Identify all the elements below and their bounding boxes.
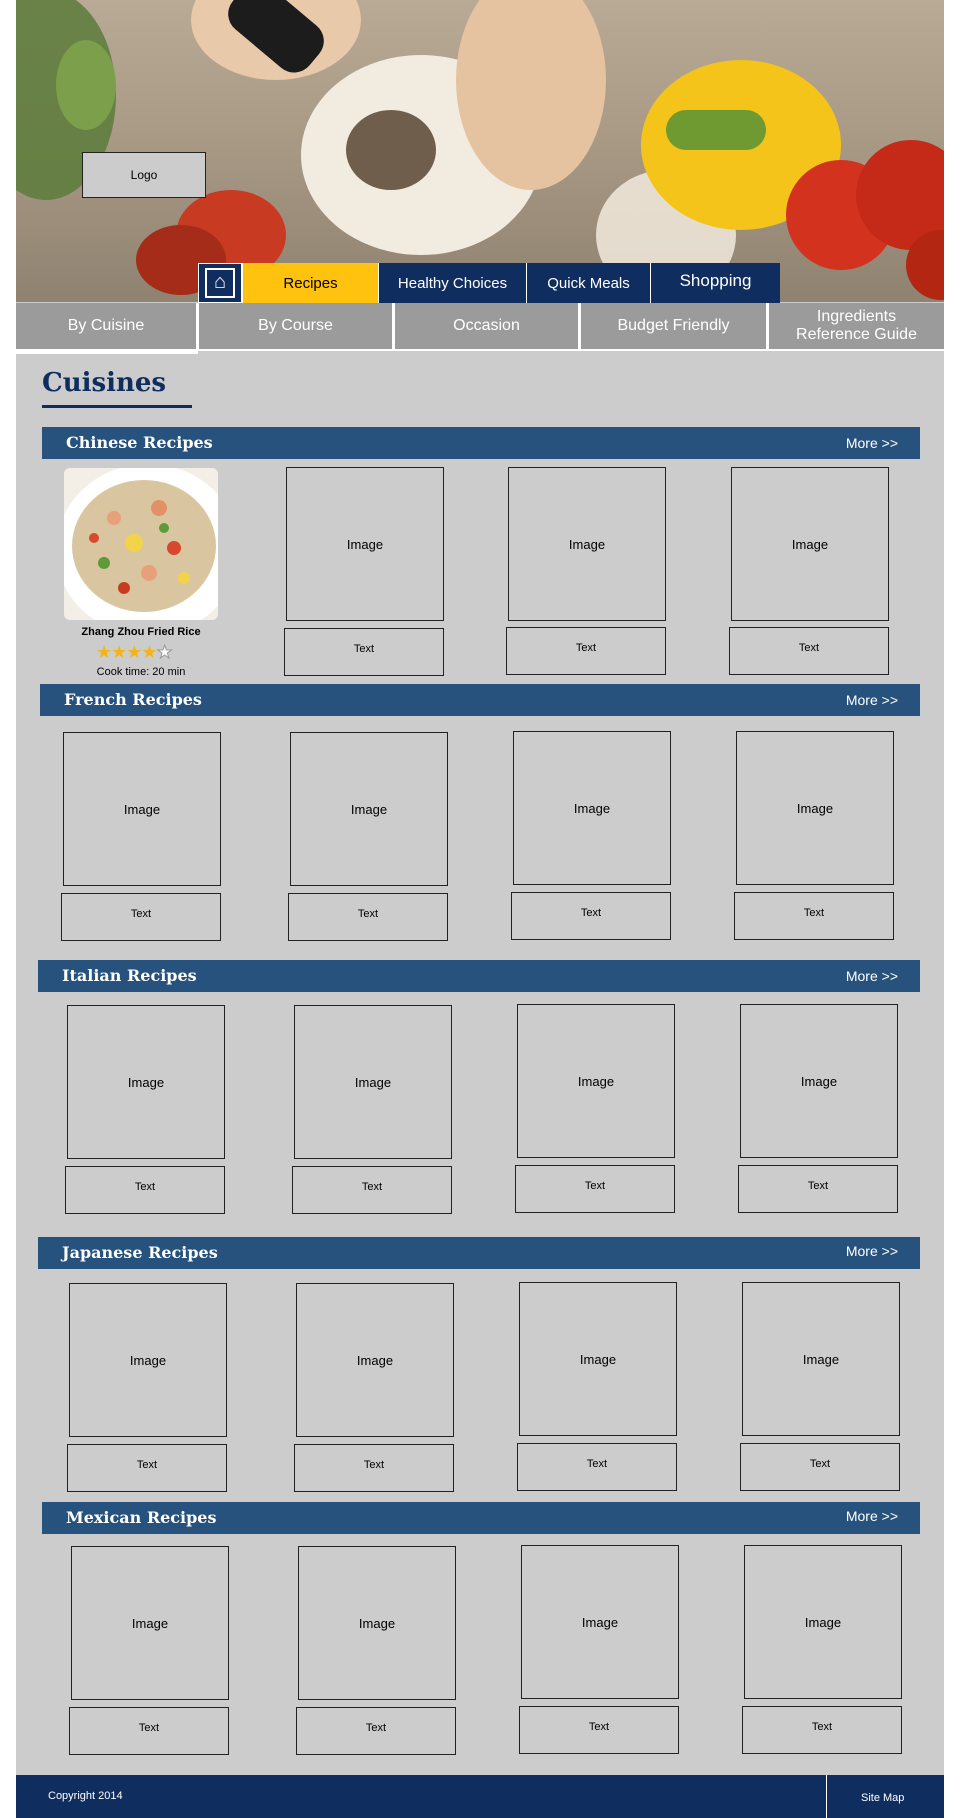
star-icon: ★ bbox=[141, 642, 157, 662]
recipe-text[interactable]: Text bbox=[740, 1443, 900, 1491]
sub-nav: By Cuisine By Course Occasion Budget Fri… bbox=[16, 303, 944, 351]
recipe-text[interactable]: Text bbox=[734, 892, 894, 940]
cook-time: Cook time: 20 min bbox=[96, 666, 186, 678]
rating-stars: ★★★★★ bbox=[96, 642, 173, 663]
recipe-image[interactable]: Image bbox=[298, 1546, 456, 1700]
more-link[interactable]: More >> bbox=[846, 1508, 898, 1524]
section-title: Japanese Recipes bbox=[62, 1243, 218, 1262]
more-link[interactable]: More >> bbox=[846, 692, 898, 708]
recipe-text[interactable]: Text bbox=[515, 1165, 675, 1213]
section-title: Mexican Recipes bbox=[66, 1508, 217, 1527]
recipe-text[interactable]: Text bbox=[288, 893, 448, 941]
recipe-text[interactable]: Text bbox=[729, 627, 889, 675]
recipe-text[interactable]: Text bbox=[506, 627, 666, 675]
copyright-text: Copyright 2014 bbox=[48, 1790, 123, 1802]
page-container: Logo ⌂ Recipes Healthy Choices Quick Mea… bbox=[16, 0, 944, 1818]
recipe-text[interactable]: Text bbox=[511, 892, 671, 940]
recipe-text[interactable]: Text bbox=[742, 1706, 902, 1754]
section-header-japanese: Japanese Recipes More >> bbox=[38, 1237, 920, 1269]
recipe-image[interactable]: Image bbox=[740, 1004, 898, 1158]
recipe-name[interactable]: Zhang Zhou Fried Rice bbox=[64, 626, 218, 638]
active-tab-indicator bbox=[16, 349, 198, 354]
section-title: Chinese Recipes bbox=[66, 433, 213, 452]
star-icon: ★ bbox=[111, 642, 127, 662]
recipe-image[interactable]: Image bbox=[513, 731, 671, 885]
tab-budget-friendly[interactable]: Budget Friendly bbox=[581, 303, 766, 349]
more-link[interactable]: More >> bbox=[846, 1243, 898, 1259]
tab-occasion[interactable]: Occasion bbox=[395, 303, 578, 349]
star-icon: ★ bbox=[96, 642, 112, 662]
tab-ingredients-reference-guide[interactable]: Ingredients Reference Guide bbox=[769, 303, 944, 349]
section-header-chinese: Chinese Recipes More >> bbox=[42, 427, 920, 459]
more-link[interactable]: More >> bbox=[846, 968, 898, 984]
recipe-image[interactable]: Image bbox=[736, 731, 894, 885]
recipe-text[interactable]: Text bbox=[61, 893, 221, 941]
recipe-image[interactable]: Image bbox=[517, 1004, 675, 1158]
recipe-image[interactable]: Image bbox=[508, 467, 666, 621]
footer: Copyright 2014 Site Map bbox=[16, 1775, 944, 1818]
recipe-text[interactable]: Text bbox=[69, 1707, 229, 1755]
recipe-image[interactable]: Image bbox=[71, 1546, 229, 1700]
recipe-text[interactable]: Text bbox=[517, 1443, 677, 1491]
fried-rice-photo[interactable] bbox=[64, 468, 218, 620]
section-header-french: French Recipes More >> bbox=[40, 684, 920, 716]
nav-shopping[interactable]: Shopping bbox=[650, 263, 780, 303]
page-title: Cuisines bbox=[42, 368, 167, 398]
recipe-image[interactable]: Image bbox=[519, 1282, 677, 1436]
recipe-image[interactable]: Image bbox=[290, 732, 448, 886]
main-nav: Recipes Healthy Choices Quick Meals Shop… bbox=[242, 263, 780, 303]
section-title: Italian Recipes bbox=[62, 966, 197, 985]
recipe-image[interactable]: Image bbox=[69, 1283, 227, 1437]
recipe-image[interactable]: Image bbox=[286, 467, 444, 621]
recipe-text[interactable]: Text bbox=[519, 1706, 679, 1754]
nav-quick-meals[interactable]: Quick Meals bbox=[526, 263, 650, 303]
recipe-text[interactable]: Text bbox=[292, 1166, 452, 1214]
title-underline bbox=[42, 405, 192, 408]
hero-banner: Logo bbox=[16, 0, 944, 302]
recipe-image[interactable]: Image bbox=[744, 1545, 902, 1699]
tab-by-cuisine[interactable]: By Cuisine bbox=[16, 303, 196, 349]
recipe-text[interactable]: Text bbox=[65, 1166, 225, 1214]
star-icon: ★ bbox=[126, 642, 142, 662]
recipe-image[interactable]: Image bbox=[742, 1282, 900, 1436]
logo-label: Logo bbox=[130, 168, 158, 182]
section-header-mexican: Mexican Recipes More >> bbox=[42, 1502, 920, 1534]
home-button[interactable]: ⌂ bbox=[198, 263, 242, 303]
recipe-image[interactable]: Image bbox=[296, 1283, 454, 1437]
recipe-image[interactable]: Image bbox=[63, 732, 221, 886]
recipe-image[interactable]: Image bbox=[521, 1545, 679, 1699]
logo[interactable]: Logo bbox=[82, 152, 206, 198]
recipe-text[interactable]: Text bbox=[296, 1707, 456, 1755]
recipe-text[interactable]: Text bbox=[67, 1444, 227, 1492]
star-empty-icon: ★ bbox=[156, 642, 173, 663]
recipe-image[interactable]: Image bbox=[731, 467, 889, 621]
recipe-text[interactable]: Text bbox=[294, 1444, 454, 1492]
home-icon: ⌂ bbox=[205, 268, 235, 298]
nav-recipes[interactable]: Recipes bbox=[242, 263, 378, 303]
section-header-italian: Italian Recipes More >> bbox=[38, 960, 920, 992]
recipe-image[interactable]: Image bbox=[294, 1005, 452, 1159]
nav-healthy-choices[interactable]: Healthy Choices bbox=[378, 263, 526, 303]
footer-divider bbox=[826, 1775, 827, 1818]
site-map-link[interactable]: Site Map bbox=[861, 1792, 904, 1804]
more-link[interactable]: More >> bbox=[846, 435, 898, 451]
section-title: French Recipes bbox=[64, 690, 202, 709]
recipe-text[interactable]: Text bbox=[738, 1165, 898, 1213]
tab-by-course[interactable]: By Course bbox=[199, 303, 392, 349]
recipe-text[interactable]: Text bbox=[284, 628, 444, 676]
recipe-image[interactable]: Image bbox=[67, 1005, 225, 1159]
